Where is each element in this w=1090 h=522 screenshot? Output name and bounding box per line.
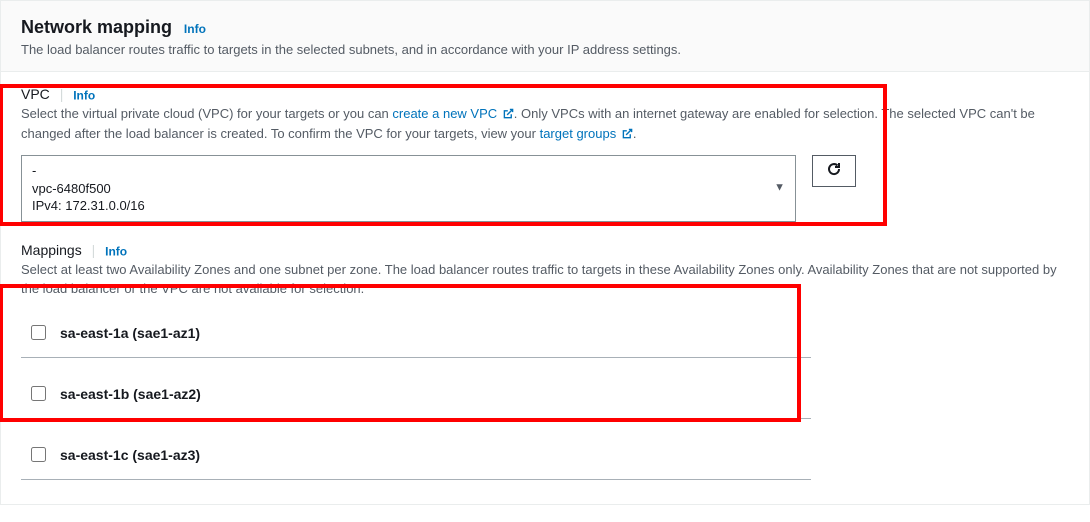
- az-row: sa-east-1c (sae1-az3): [21, 431, 811, 480]
- chevron-down-icon: ▼: [774, 181, 785, 196]
- info-link-header[interactable]: Info: [184, 22, 206, 36]
- mappings-help-text: Select at least two Availability Zones a…: [21, 261, 1069, 299]
- info-link-vpc[interactable]: Info: [73, 88, 95, 102]
- vpc-row: - vpc-6480f500 IPv4: 172.31.0.0/16 ▼: [21, 155, 1069, 222]
- vpc-selected-cidr: IPv4: 172.31.0.0/16: [32, 197, 767, 215]
- vpc-section: VPC | Info Select the virtual private cl…: [21, 86, 1069, 222]
- vpc-help-text: Select the virtual private cloud (VPC) f…: [21, 105, 1069, 145]
- panel-body: VPC | Info Select the virtual private cl…: [1, 72, 1089, 504]
- vpc-selected-id: vpc-6480f500: [32, 180, 767, 198]
- az-checkbox[interactable]: [31, 447, 46, 462]
- target-groups-link[interactable]: target groups: [540, 126, 617, 141]
- mappings-label: Mappings: [21, 242, 82, 258]
- network-mapping-panel: Network mapping Info The load balancer r…: [0, 0, 1090, 505]
- az-checkbox[interactable]: [31, 325, 46, 340]
- az-label: sa-east-1c (sae1-az3): [60, 447, 200, 463]
- vpc-selected-dash: -: [32, 162, 767, 180]
- vpc-label: VPC: [21, 86, 50, 102]
- external-link-icon: [622, 126, 633, 145]
- mappings-section: Mappings | Info Select at least two Avai…: [21, 242, 1069, 480]
- az-checkbox[interactable]: [31, 386, 46, 401]
- external-link-icon: [503, 106, 514, 125]
- panel-description: The load balancer routes traffic to targ…: [21, 42, 1069, 57]
- refresh-icon: [826, 161, 842, 180]
- az-label: sa-east-1b (sae1-az2): [60, 386, 201, 402]
- divider: |: [92, 242, 96, 258]
- vpc-select[interactable]: - vpc-6480f500 IPv4: 172.31.0.0/16 ▼: [21, 155, 796, 222]
- create-vpc-link[interactable]: create a new VPC: [392, 106, 497, 121]
- divider: |: [60, 86, 64, 102]
- vpc-help-post: .: [633, 126, 637, 141]
- info-link-mappings[interactable]: Info: [105, 244, 127, 258]
- az-label: sa-east-1a (sae1-az1): [60, 325, 200, 341]
- az-row: sa-east-1a (sae1-az1): [21, 309, 811, 358]
- panel-title: Network mapping: [21, 17, 172, 38]
- az-row: sa-east-1b (sae1-az2): [21, 370, 811, 419]
- vpc-help-pre: Select the virtual private cloud (VPC) f…: [21, 106, 392, 121]
- panel-header: Network mapping Info The load balancer r…: [1, 1, 1089, 72]
- refresh-button[interactable]: [812, 155, 856, 187]
